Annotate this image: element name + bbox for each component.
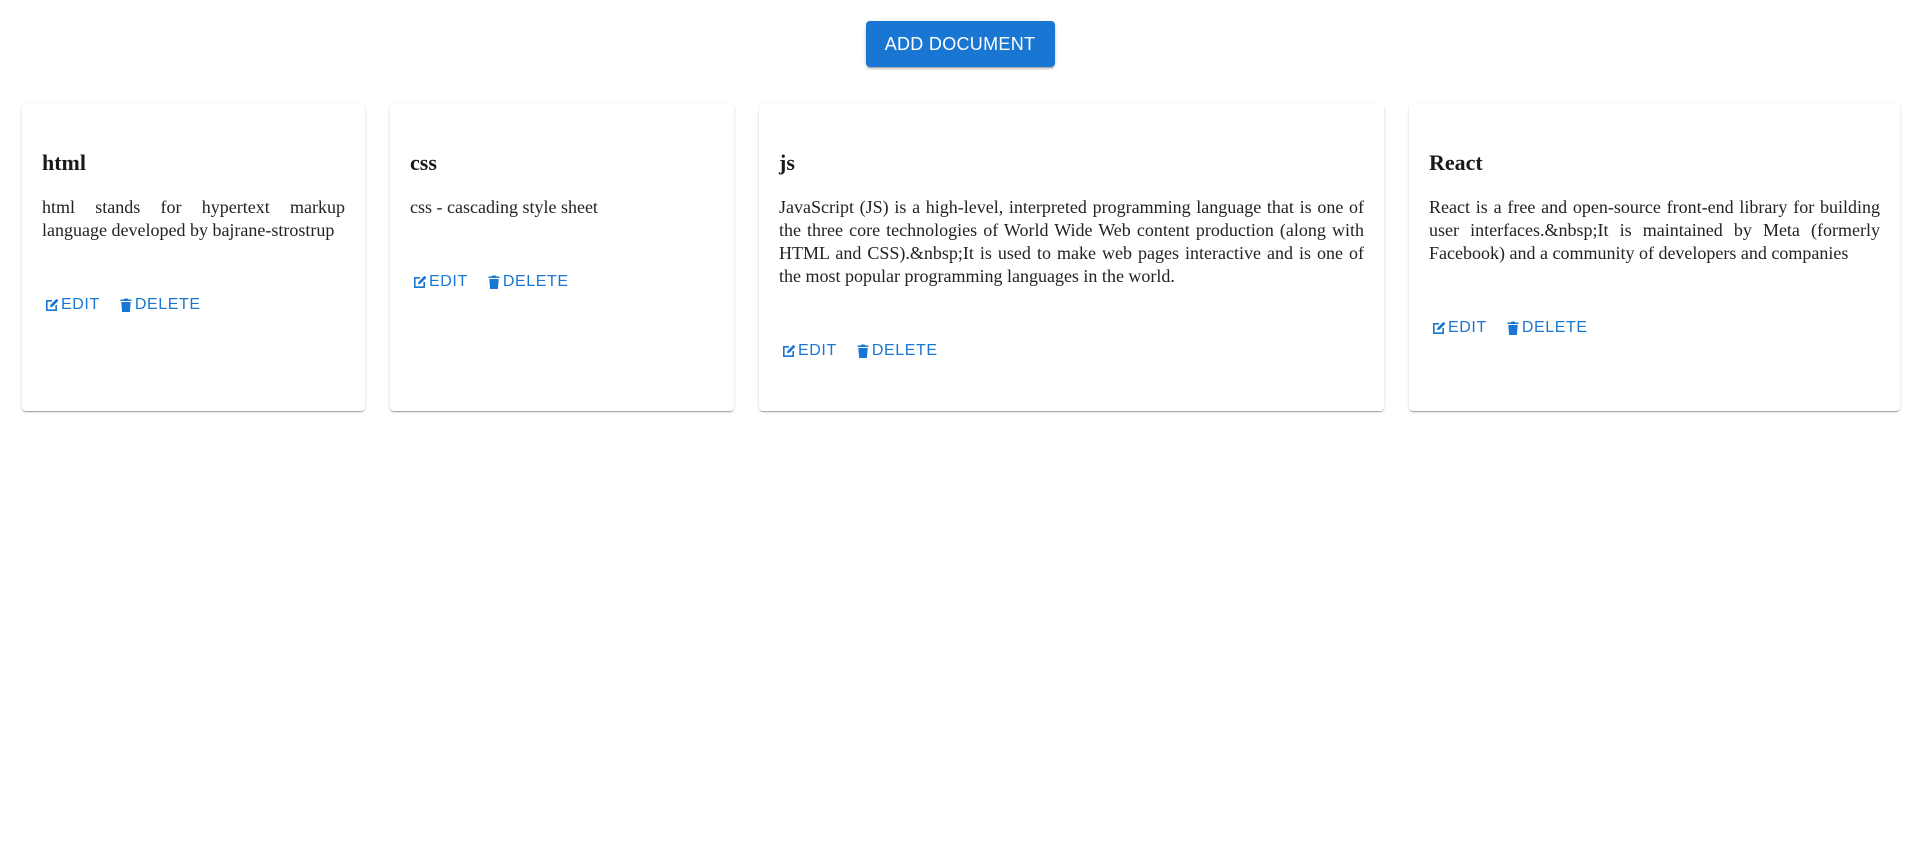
document-title: css bbox=[410, 150, 437, 175]
delete-button[interactable]: DELETE bbox=[1505, 318, 1588, 338]
document-card: React React is a free and open-source fr… bbox=[1409, 104, 1900, 411]
edit-icon bbox=[44, 297, 60, 313]
document-title: html bbox=[42, 150, 86, 175]
delete-button[interactable]: DELETE bbox=[855, 341, 938, 361]
edit-label: EDIT bbox=[1448, 319, 1487, 337]
delete-button[interactable]: DELETE bbox=[118, 295, 201, 315]
trash-icon bbox=[118, 297, 134, 313]
document-description: html stands for hypertext markup languag… bbox=[42, 197, 345, 241]
edit-label: EDIT bbox=[61, 296, 100, 314]
trash-icon bbox=[1505, 320, 1521, 336]
document-card: js JavaScript (JS) is a high-level, inte… bbox=[759, 104, 1384, 411]
card-actions: EDIT DELETE bbox=[781, 341, 1364, 361]
edit-icon bbox=[1431, 320, 1447, 336]
card-actions: EDIT DELETE bbox=[412, 272, 714, 292]
document-card-list: html html stands for hypertext markup la… bbox=[22, 104, 1900, 411]
card-actions: EDIT DELETE bbox=[1431, 318, 1880, 338]
toolbar: ADD DOCUMENT bbox=[0, 21, 1920, 67]
document-description: css - cascading style sheet bbox=[410, 197, 598, 218]
add-document-button[interactable]: ADD DOCUMENT bbox=[865, 21, 1055, 67]
document-title: js bbox=[779, 150, 795, 175]
delete-label: DELETE bbox=[502, 273, 569, 291]
delete-label: DELETE bbox=[871, 342, 938, 360]
edit-icon bbox=[781, 343, 797, 359]
delete-label: DELETE bbox=[1521, 319, 1588, 337]
card-actions: EDIT DELETE bbox=[44, 295, 345, 315]
edit-button[interactable]: EDIT bbox=[412, 272, 468, 292]
trash-icon bbox=[486, 274, 502, 290]
edit-button[interactable]: EDIT bbox=[1431, 318, 1487, 338]
delete-button[interactable]: DELETE bbox=[486, 272, 569, 292]
document-description: JavaScript (JS) is a high-level, interpr… bbox=[779, 197, 1364, 287]
delete-label: DELETE bbox=[134, 296, 201, 314]
trash-icon bbox=[855, 343, 871, 359]
edit-icon bbox=[412, 274, 428, 290]
edit-label: EDIT bbox=[798, 342, 837, 360]
edit-label: EDIT bbox=[429, 273, 468, 291]
edit-button[interactable]: EDIT bbox=[44, 295, 100, 315]
edit-button[interactable]: EDIT bbox=[781, 341, 837, 361]
document-description: React is a free and open-source front-en… bbox=[1429, 197, 1880, 264]
document-card: html html stands for hypertext markup la… bbox=[22, 104, 365, 411]
document-title: React bbox=[1429, 150, 1483, 175]
document-card: css css - cascading style sheet EDIT DEL… bbox=[390, 104, 734, 411]
